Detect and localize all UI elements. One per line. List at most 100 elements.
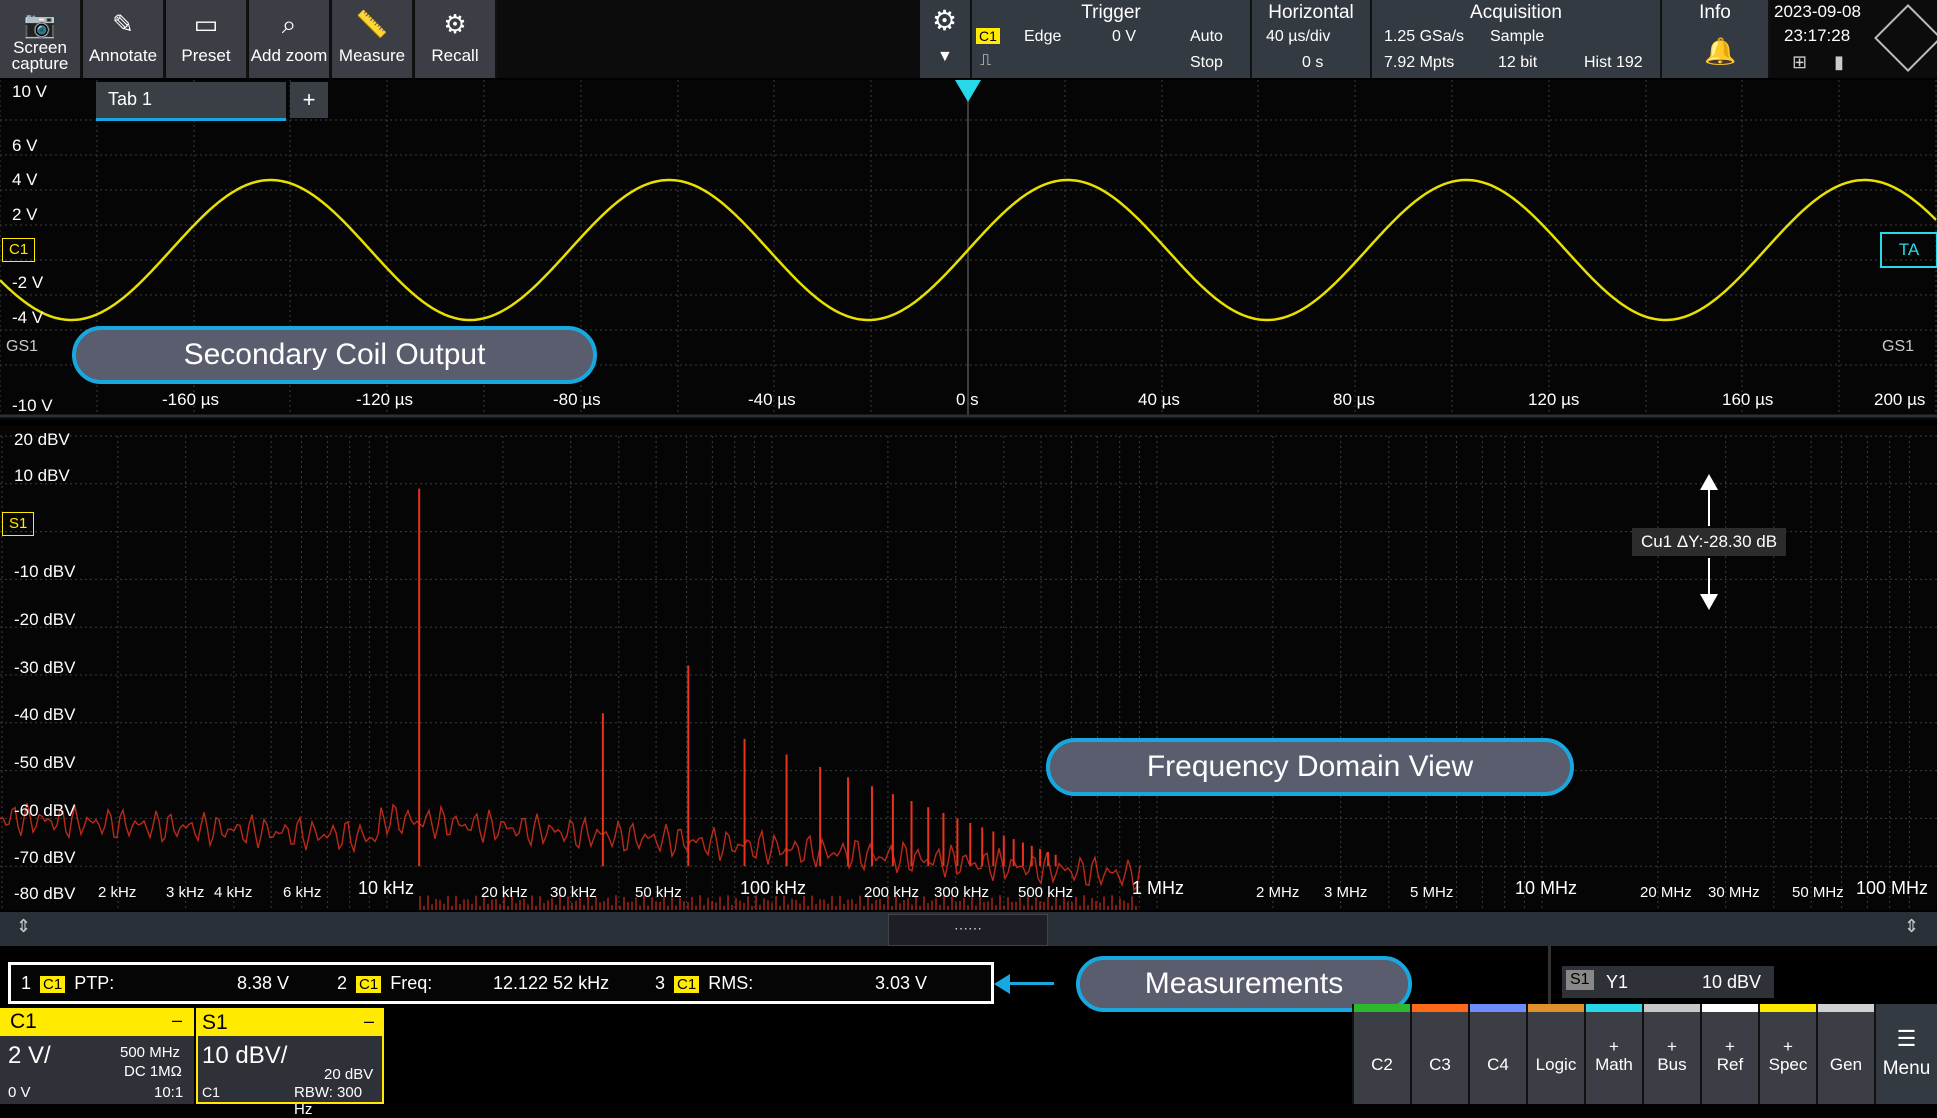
annotate-button[interactable]: ✎ Annotate [83,0,165,78]
y-label: -70 dBV [14,848,76,867]
preset-button[interactable]: ▭ Preset [166,0,248,78]
y-label: -4 V [12,308,44,327]
cursor-line [1708,558,1710,596]
info-panel[interactable]: Info 🔔 [1662,0,1770,78]
y-label: -40 dBV [14,705,76,724]
measure-button[interactable]: 📏 Measure [332,0,414,78]
panel-splitter[interactable]: ⇕ ⋯⋯ ⇕ [0,912,1937,946]
menu-button[interactable]: ☰ Menu [1874,1004,1937,1104]
x-label: 50 kHz [635,884,682,901]
splitter-handle[interactable]: ⋯⋯ [888,914,1048,946]
x-label: 10 kHz [358,878,415,898]
y-label: -50 dBV [14,753,76,772]
c1-offset-marker[interactable]: C1 [2,238,36,262]
logic-button[interactable]: Logic [1526,1004,1584,1104]
monitor-icon: ▭ [193,9,219,39]
trigger-level-marker[interactable]: TA [1880,232,1937,268]
acquisition-panel[interactable]: Acquisition 1.25 GSa/s Sample 7.92 Mpts … [1372,0,1662,78]
x-label: 3 MHz [1324,884,1368,901]
x-label: 500 kHz [1018,884,1074,901]
tab-1[interactable]: Tab 1 [96,82,286,121]
add-tab-button[interactable]: + [290,82,328,118]
cursor-delta-label: Cu1 ΔY:-28.30 dB [1632,528,1786,556]
y-label: -10 V [12,396,53,415]
x-label: 200 µs [1874,390,1926,409]
y-label: 20 dBV [14,430,70,449]
y-label: -2 V [12,273,44,292]
y-label: -10 dBV [14,562,76,581]
settings-button[interactable]: ⚙ ▼ [920,0,972,78]
gate-right-marker[interactable]: GS1 [1882,338,1914,356]
x-label: -160 µs [162,390,220,409]
separator [1548,946,1551,1004]
x-label: -120 µs [356,390,414,409]
resize-arrows-icon[interactable]: ⇕ [16,916,31,937]
measurement-3[interactable]: 3 C1 RMS: [655,973,753,994]
s1-offset-marker[interactable]: S1 [2,512,35,536]
ref-button[interactable]: + Ref [1700,1004,1758,1104]
x-label: 120 µs [1528,390,1580,409]
x-label: 160 µs [1722,390,1774,409]
y-label: 10 dBV [14,466,70,485]
channel-s1-header: S1 – [198,1010,382,1036]
horizontal-panel[interactable]: Horizontal 40 µs/div 0 s [1252,0,1372,78]
bus-button[interactable]: + Bus [1642,1004,1700,1104]
frequency-domain-plot [0,435,1937,910]
channel-c4-button[interactable]: C4 [1468,1004,1526,1104]
x-label: 80 µs [1333,390,1375,409]
gear-icon: ⚙ [932,5,958,36]
y-label: 6 V [12,136,38,155]
x-label: 0 s [956,390,979,409]
network-icon: ⊞ [1792,52,1808,72]
x-label: 3 kHz [166,884,205,901]
spectrum-noise-floor [0,803,1141,892]
hamburger-icon: ☰ [1896,1026,1917,1051]
s1-y1-readout[interactable]: S1 Y1 10 dBV [1562,966,1774,998]
measurement-2[interactable]: 2 C1 Freq: [337,973,432,994]
frequency-domain-callout: Frequency Domain View [1046,738,1574,796]
add-zoom-button[interactable]: ⌕ Add zoom [249,0,331,78]
time-domain-panel[interactable]: Tab 1 + 10 V 6 V 4 V 2 V -2 V -4 V -10 V… [0,80,1937,420]
cursor-arrow-down-icon[interactable] [1700,594,1718,610]
chevron-down-icon: ▼ [937,48,953,65]
y-label: 2 V [12,205,38,224]
gen-button[interactable]: Gen [1816,1004,1874,1104]
measurement-table[interactable]: 1 C1 PTP: 8.38 V 2 C1 Freq: 12.122 52 kH… [8,962,994,1004]
edge-rising-icon: ⎍ [980,52,992,69]
x-label: 200 kHz [864,884,920,901]
channel-c1-header: C1 – [0,1008,194,1036]
ruler-icon: 📏 [355,9,389,39]
measurement-1[interactable]: 1 C1 PTP: [21,973,114,994]
x-label: 1 MHz [1132,878,1185,898]
math-button[interactable]: + Math [1584,1004,1642,1104]
channel-s1-box[interactable]: S1 – 10 dBV/ 20 dBV C1 RBW: 300 Hz [196,1008,384,1118]
channel-c1-box[interactable]: C1 – 2 V/ 500 MHz DC 1MΩ 0 V 10:1 [0,1008,194,1104]
x-label: 20 MHz [1640,884,1692,901]
gate-left-marker[interactable]: GS1 [6,338,38,356]
spec-button[interactable]: + Spec [1758,1004,1816,1104]
x-label: 50 MHz [1792,884,1844,901]
bell-icon: 🔔 [1704,36,1737,66]
channel-c3-button[interactable]: C3 [1410,1004,1468,1104]
y-label: -80 dBV [14,884,76,903]
y-label: -30 dBV [14,658,76,677]
trigger-panel[interactable]: Trigger C1 Edge 0 V Auto ⎍ Stop [972,0,1252,78]
x-label: -80 µs [553,390,601,409]
clock: 2023-09-08 23:17:28 ⊞ ▮ [1772,0,1884,78]
cursor-line [1708,488,1710,526]
measurement-1-value: 8.38 V [237,973,290,993]
x-label: 30 MHz [1708,884,1760,901]
channel-c2-button[interactable]: C2 [1352,1004,1410,1104]
frequency-domain-panel[interactable]: 20 dBV 10 dBV -10 dBV -20 dBV -30 dBV -4… [0,426,1937,910]
screen-capture-button[interactable]: 📷 Screen capture [0,0,82,78]
recall-button[interactable]: ⚙ Recall [415,0,497,78]
toolbar: 📷 Screen capture ✎ Annotate ▭ Preset ⌕ A… [0,0,1937,78]
trigger-position-marker[interactable] [955,80,981,102]
x-label: 20 kHz [481,884,528,901]
x-label: 40 µs [1138,390,1180,409]
resize-arrows-icon[interactable]: ⇕ [1904,916,1919,937]
x-label: 4 kHz [214,884,253,901]
measurement-3-value: 3.03 V [875,973,928,993]
x-label: 300 kHz [934,884,990,901]
y-label: -60 dBV [14,801,76,820]
